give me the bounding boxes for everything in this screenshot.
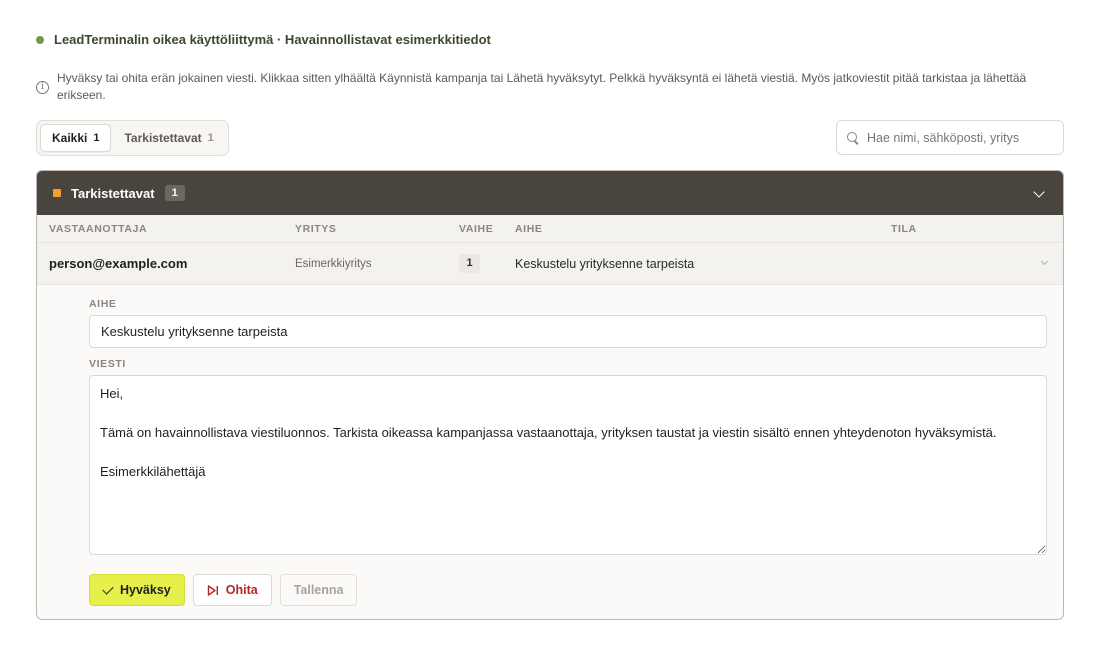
- status-dot: [36, 35, 44, 44]
- group-count-badge: 1: [164, 185, 185, 201]
- group-title: Tarkistettavat: [71, 185, 155, 201]
- message-label: VIESTI: [89, 358, 126, 370]
- demo-banner: LeadTerminalin oikea käyttöliittymä · Ha…: [36, 32, 491, 47]
- save-button[interactable]: Tallenna: [279, 574, 358, 606]
- row-email: person@example.com: [49, 256, 188, 271]
- column-company: YRITYS: [295, 223, 337, 235]
- row-chevron-icon[interactable]: [1040, 257, 1049, 266]
- row-step-badge: 1: [459, 254, 480, 273]
- tab-all[interactable]: Kaikki 1: [40, 124, 112, 152]
- search-input[interactable]: [867, 130, 1047, 145]
- column-subject: AIHE: [515, 223, 543, 235]
- approve-button[interactable]: Hyväksy: [89, 574, 185, 606]
- subject-label: AIHE: [89, 298, 117, 310]
- search-icon: [847, 131, 859, 144]
- tab-all-count: 1: [93, 132, 100, 144]
- table-row[interactable]: person@example.com Esimerkkiyritys 1 Kes…: [37, 243, 1063, 285]
- tab-review[interactable]: Tarkistettavat 1: [113, 124, 224, 152]
- group-status-square: [53, 189, 61, 197]
- column-recipient: VASTAANOTTAJA: [49, 223, 148, 235]
- review-group-panel: Tarkistettavat 1 VASTAANOTTAJA YRITYS VA…: [36, 170, 1064, 620]
- message-editor: AIHE VIESTI Hei, Tämä on havainnollistav…: [37, 298, 1063, 606]
- skip-label: Ohita: [225, 583, 258, 597]
- banner-text: LeadTerminalin oikea käyttöliittymä · Ha…: [54, 32, 491, 47]
- tab-all-label: Kaikki: [52, 131, 88, 145]
- search-box: [836, 120, 1064, 155]
- subject-input[interactable]: [89, 315, 1047, 348]
- tab-review-label: Tarkistettavat: [124, 131, 202, 145]
- table-header: VASTAANOTTAJA YRITYS VAIHE AIHE TILA: [37, 215, 1063, 243]
- check-icon: [102, 582, 114, 595]
- action-buttons: Hyväksy Ohita Tallenna: [89, 574, 1063, 606]
- info-notice: i Hyväksy tai ohita erän jokainen viesti…: [36, 70, 1036, 104]
- skip-icon: [207, 584, 218, 596]
- row-company: Esimerkkiyritys: [295, 258, 372, 270]
- filter-tabs: Kaikki 1 Tarkistettavat 1: [36, 120, 229, 156]
- tab-review-count: 1: [207, 132, 214, 144]
- row-subject: Keskustelu yrityksenne tarpeista: [515, 257, 695, 271]
- message-textarea[interactable]: Hei, Tämä on havainnollistava viestiluon…: [89, 375, 1047, 555]
- approve-label: Hyväksy: [120, 583, 171, 597]
- skip-button[interactable]: Ohita: [192, 574, 272, 606]
- column-status: TILA: [891, 223, 917, 235]
- info-text: Hyväksy tai ohita erän jokainen viesti. …: [57, 71, 1027, 102]
- column-step: VAIHE: [459, 223, 494, 235]
- save-label: Tallenna: [293, 583, 344, 597]
- group-header[interactable]: Tarkistettavat 1: [37, 171, 1063, 215]
- chevron-down-icon[interactable]: [1033, 186, 1045, 198]
- info-icon: i: [36, 81, 49, 94]
